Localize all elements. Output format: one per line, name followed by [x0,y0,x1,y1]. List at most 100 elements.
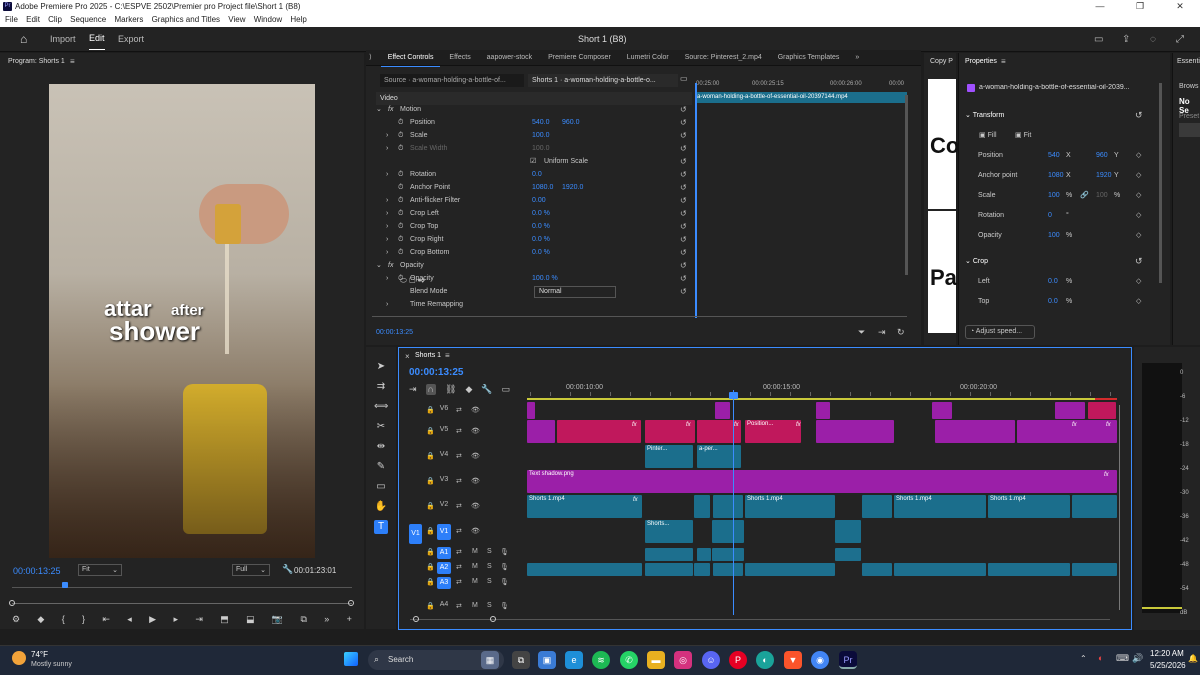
source-patch-v1[interactable]: V1 [409,524,422,544]
browse-label[interactable]: Brows [1179,83,1198,90]
timeline-timecode[interactable]: 00:00:13:25 [409,367,463,378]
microphone-icon[interactable]: 🎙 [500,602,509,610]
program-playhead[interactable] [62,582,68,588]
mute-button[interactable]: M [472,578,478,585]
timeline-clip[interactable] [713,495,743,518]
sync-lock-icon[interactable]: ⇄ [456,427,462,435]
expand-chevron-icon[interactable]: › [386,298,388,311]
wrench-icon[interactable]: 🔧 [481,384,492,395]
app-icon-teal[interactable]: ◐ [756,651,774,669]
volume-icon[interactable]: 🔊 [1132,653,1143,664]
tab-premiere-composer[interactable]: Premiere Composer [541,50,618,66]
sync-lock-icon[interactable]: ⇄ [456,477,462,485]
reset-icon[interactable]: ↺ [680,155,687,168]
stopwatch-icon[interactable]: ⏱ [398,142,403,155]
fx-icon[interactable]: fx [388,103,393,116]
ec-value[interactable]: 1080.0 [532,181,553,194]
audio-clip[interactable] [862,563,892,576]
panel-menu-icon[interactable]: ≡ [1001,57,1006,66]
solo-button[interactable]: S [487,548,492,555]
keyframe-icon[interactable]: ◇ [1136,146,1141,166]
microphone-icon[interactable]: 🎙 [500,578,509,586]
fx-badge-icon[interactable]: fx [1072,422,1077,428]
keyframe-icon[interactable]: ◇ [1136,292,1141,312]
timeline-vscroll[interactable] [1119,405,1120,610]
lock-icon[interactable]: 🔒 [426,427,435,435]
lock-icon[interactable]: 🔒 [426,527,435,535]
stopwatch-icon[interactable]: ⏱ [398,246,403,259]
reset-icon[interactable]: ↺ [680,103,687,116]
lock-icon[interactable]: 🔒 [426,578,435,586]
step-forward-icon[interactable]: ▸ [173,614,178,625]
lock-icon[interactable]: 🔒 [426,477,435,485]
minimize-icon[interactable]: — [1080,0,1120,13]
timeline-clip[interactable] [694,495,710,518]
timeline-clip[interactable] [715,402,730,419]
maximize-icon[interactable]: ❐ [1120,0,1160,13]
expand-chevron-icon[interactable]: › [386,194,388,207]
track-label[interactable]: V4 [437,451,451,458]
audio-clip[interactable] [894,563,986,576]
keyframe-icon[interactable]: ◇ [1136,186,1141,206]
sync-lock-icon[interactable]: ⇄ [456,602,462,610]
playhead-handle[interactable] [729,392,738,399]
stopwatch-icon[interactable]: ⏱ [398,207,403,220]
sync-lock-icon[interactable]: ⇄ [456,452,462,460]
timeline-clip[interactable] [557,420,641,443]
track-label[interactable]: A1 [437,547,451,559]
keyframe-icon[interactable]: ◇ [1136,206,1141,226]
edge-icon[interactable]: e [565,651,583,669]
nest-icon[interactable]: ⇥ [409,384,417,395]
mini-ruler[interactable]: 00:25:00 00:00:25:15 00:00:26:00 00:00 [696,81,906,90]
discord-icon[interactable]: ☺ [702,651,720,669]
reset-icon[interactable]: ↺ [680,285,687,298]
eye-icon[interactable]: 👁 [471,502,480,510]
lock-icon[interactable]: 🔒 [426,563,435,571]
add-icon[interactable]: + [347,614,352,625]
progress-icon[interactable]: ◌ [1150,27,1156,52]
menu-view[interactable]: View [228,15,245,24]
linked-selection-icon[interactable]: ⛓ [445,384,456,395]
properties-scrollbar[interactable] [1159,83,1162,283]
audio-clip[interactable] [1072,563,1117,576]
expand-chevron-icon[interactable]: › [386,129,388,142]
captions-icon[interactable]: ▭ [502,384,511,395]
sequence-tab[interactable]: Shorts 1 [415,352,441,359]
ec-clip-bar[interactable]: a-woman-holding-a-bottle-of-essential-oi… [695,92,907,103]
ec-value-2[interactable]: 960.0 [562,116,580,129]
tab-effect-controls[interactable]: Effect Controls [380,50,441,67]
zoom-handle-right[interactable] [348,600,354,606]
reset-icon[interactable]: ↺ [680,116,687,129]
file-explorer-icon[interactable]: ▬ [647,651,665,669]
tray-chevron-icon[interactable]: ⌃ [1080,654,1087,663]
extract-icon[interactable]: ⬓ [246,614,255,625]
pen-tool-icon[interactable]: ✎ [374,460,388,474]
fit-dropdown[interactable]: Fit ⌄ [78,564,122,576]
fx-badge-icon[interactable]: fx [686,422,691,428]
ec-vertical-scrollbar[interactable] [905,95,908,275]
expand-chevron-icon[interactable]: › [386,142,388,155]
tab-effects[interactable]: Effects [442,50,477,66]
shorts-clip[interactable]: Shorts 1.mp4 [527,495,642,518]
chrome-icon[interactable]: ◉ [811,651,829,669]
audio-clip[interactable] [645,563,693,576]
audio-clip[interactable] [835,548,861,561]
timeline-clip[interactable] [935,420,1015,443]
settings-icon[interactable]: ⚙ [12,614,20,625]
close-icon[interactable]: ✕ [1160,0,1200,13]
ec-value[interactable]: 100.0 % [532,272,558,285]
pinterest-icon[interactable]: P [729,651,747,669]
import-tab[interactable]: Import [50,27,76,52]
keyframe-icon[interactable]: ◇ [1136,226,1141,246]
timeline-clip[interactable] [527,420,555,443]
track-label[interactable]: A3 [437,577,451,589]
stopwatch-icon[interactable]: ⏱ [398,233,403,246]
solo-button[interactable]: S [487,578,492,585]
shorts-short-clip[interactable]: Shorts... [645,520,693,543]
workspace-icon[interactable]: ▭ [1094,27,1103,52]
mute-button[interactable]: M [472,563,478,570]
razor-tool-icon[interactable]: ✂ [374,420,388,434]
ec-value-2[interactable]: 1920.0 [562,181,583,194]
ec-value[interactable]: 0.00 [532,194,546,207]
property-v1[interactable]: 1080 [1048,166,1064,186]
